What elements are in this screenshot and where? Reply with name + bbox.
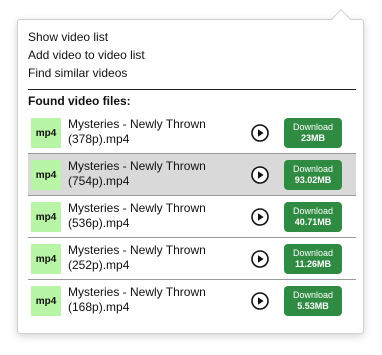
popup-menu: Show video list Add video to video list … [28, 30, 356, 84]
download-size: 11.26MB [294, 259, 332, 269]
video-row[interactable]: mp4 Mysteries - Newly Thrown (168p).mp4 … [28, 280, 356, 322]
download-button-label: Download [292, 206, 334, 216]
found-files-heading: Found video files: [28, 94, 131, 108]
download-button-label: Download [292, 290, 334, 300]
download-button[interactable]: Download 5.53MB [284, 286, 342, 316]
format-badge: mp4 [31, 118, 61, 148]
format-badge: mp4 [31, 202, 61, 232]
download-button[interactable]: Download 23MB [284, 118, 342, 148]
download-button[interactable]: Download 40.71MB [284, 202, 342, 232]
format-badge: mp4 [31, 160, 61, 190]
play-circle-icon[interactable] [251, 208, 269, 226]
video-file-list: mp4 Mysteries - Newly Thrown (378p).mp4 … [28, 112, 356, 322]
video-row[interactable]: mp4 Mysteries - Newly Thrown (536p).mp4 … [28, 196, 356, 238]
find-similar-videos-item[interactable]: Find similar videos [28, 66, 356, 84]
format-badge: mp4 [31, 244, 61, 274]
play-circle-icon[interactable] [251, 292, 269, 310]
play-circle-icon[interactable] [251, 166, 269, 184]
video-title: Mysteries - Newly Thrown (754p).mp4 [68, 159, 206, 188]
download-button-label: Download [292, 122, 334, 132]
video-row[interactable]: mp4 Mysteries - Newly Thrown (252p).mp4 … [28, 238, 356, 280]
download-button[interactable]: Download 93.02MB [284, 160, 342, 190]
download-button-label: Download [292, 164, 334, 174]
video-row-selected[interactable]: mp4 Mysteries - Newly Thrown (754p).mp4 … [28, 154, 356, 196]
play-circle-icon[interactable] [251, 124, 269, 142]
download-size: 93.02MB [294, 175, 332, 185]
video-row[interactable]: mp4 Mysteries - Newly Thrown (378p).mp4 … [28, 112, 356, 154]
download-size: 23MB [300, 133, 325, 143]
video-title: Mysteries - Newly Thrown (168p).mp4 [68, 285, 206, 314]
video-title: Mysteries - Newly Thrown (252p).mp4 [68, 243, 206, 272]
download-button-label: Download [292, 248, 334, 258]
video-title: Mysteries - Newly Thrown (378p).mp4 [68, 117, 206, 146]
video-downloader-popup: Show video list Add video to video list … [17, 19, 364, 334]
play-circle-icon[interactable] [251, 250, 269, 268]
add-video-to-list-item[interactable]: Add video to video list [28, 48, 356, 66]
menu-divider [28, 89, 356, 90]
format-badge: mp4 [31, 286, 61, 316]
show-video-list-item[interactable]: Show video list [28, 30, 356, 48]
download-size: 5.53MB [297, 301, 329, 311]
download-size: 40.71MB [294, 217, 332, 227]
video-title: Mysteries - Newly Thrown (536p).mp4 [68, 201, 206, 230]
download-button[interactable]: Download 11.26MB [284, 244, 342, 274]
